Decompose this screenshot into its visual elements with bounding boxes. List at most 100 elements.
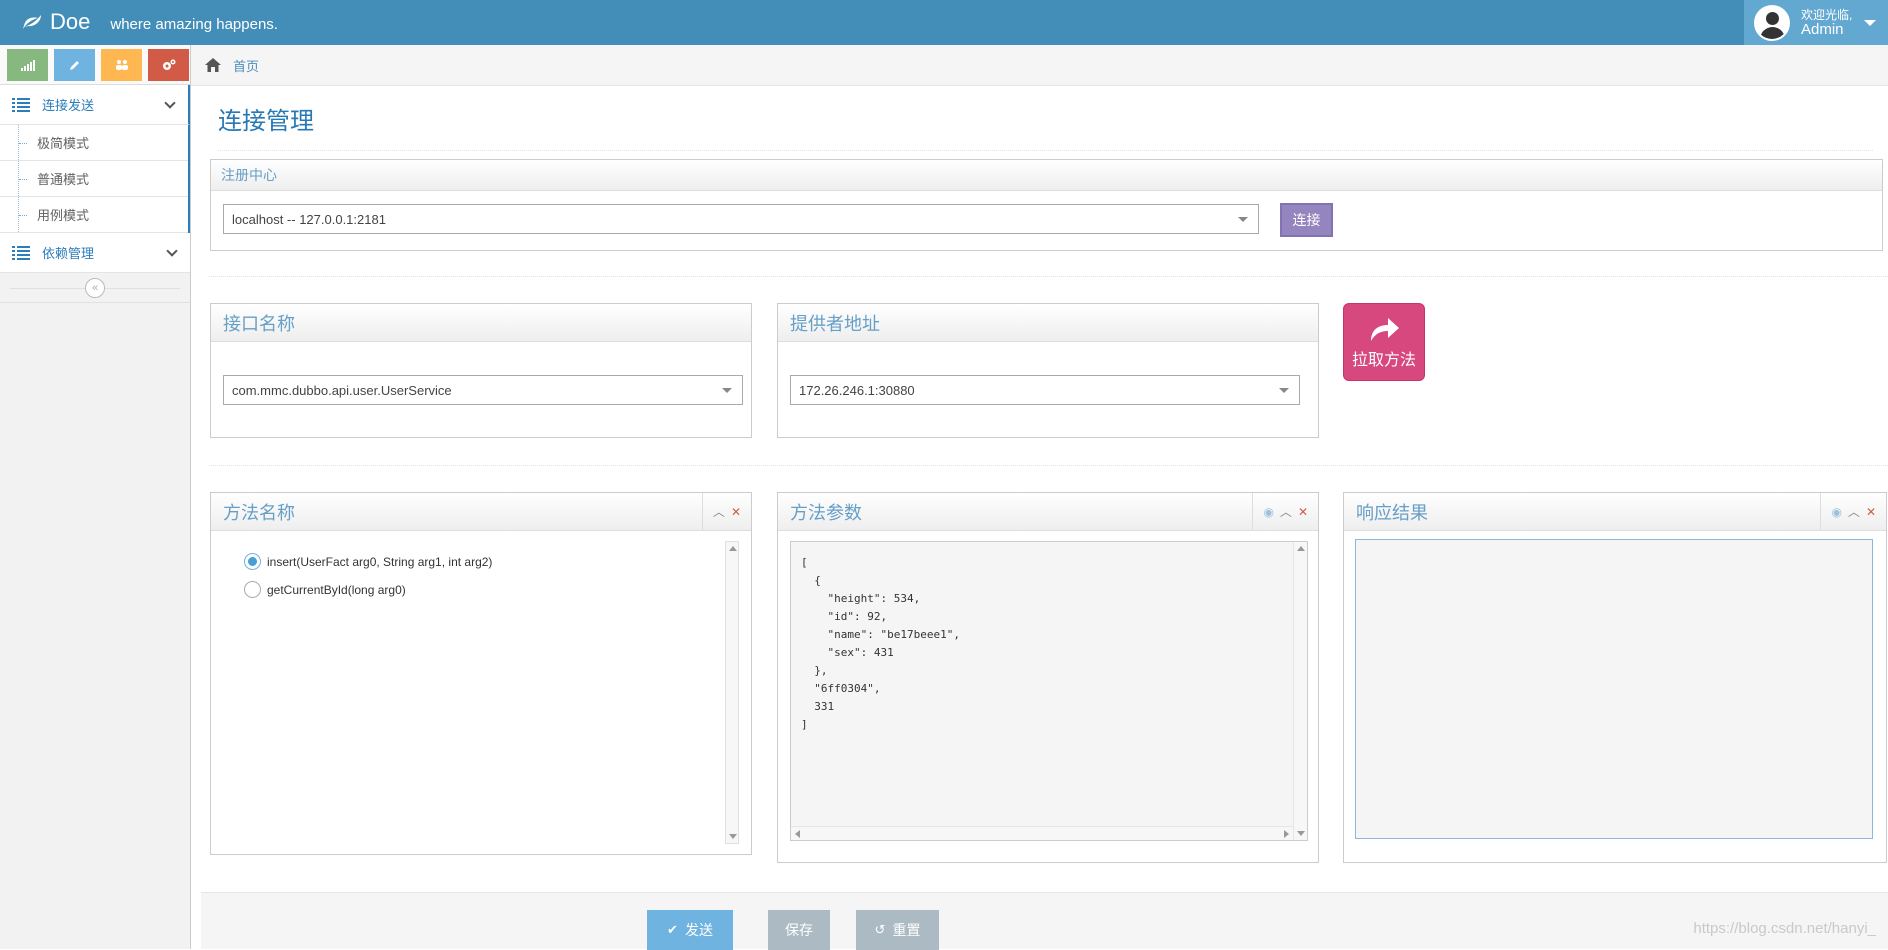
methods-scrollbar[interactable] [725,541,739,844]
sidebar-item-connect-send[interactable]: 连接发送 [0,85,190,125]
scroll-right-icon[interactable] [1284,830,1289,838]
avatar [1754,4,1790,41]
interface-select[interactable]: com.mmc.dubbo.api.user.UserService [223,375,743,405]
user-name: Admin [1801,20,1844,38]
chevron-down-icon [164,97,176,109]
sidebar-collapse-bar: « [0,273,190,303]
close-icon[interactable]: ✕ [731,506,741,518]
pull-methods-label: 拉取方法 [1351,351,1416,369]
scroll-up-icon[interactable] [1297,546,1305,551]
response-toolbar: ◉ ︿ ✕ [1820,493,1886,531]
method-option[interactable]: insert(UserFact arg0, String arg1, int a… [244,553,492,570]
reset-button[interactable]: ↺ 重置 [856,910,939,950]
chevron-down-icon [166,245,178,257]
response-title: 响应结果 [1356,502,1428,523]
list-icon [12,97,30,112]
sidebar: 连接发送 极简模式 普通模式 用例模式 依赖管理 « [0,45,191,949]
eye-icon[interactable]: ◉ [1831,506,1841,518]
eye-icon[interactable]: ◉ [1263,506,1273,518]
params-widget-title: 方法参数 ◉ ︿ ✕ [778,493,1318,531]
top-navbar: Doe where amazing happens. 欢迎光临, Admin [0,0,1888,45]
close-icon[interactable]: ✕ [1866,506,1876,518]
send-button[interactable]: ✔ 发送 [647,910,733,950]
method-option-label: getCurrentById(long arg0) [267,582,406,597]
provider-widget-title: 提供者地址 [778,304,1318,342]
sidebar-item-minimal-mode[interactable]: 极简模式 [0,125,188,161]
form-actions: ✔ 发送 保存 ↺ 重置 [201,892,1888,950]
params-hscroll[interactable] [791,826,1293,840]
sidebar-item-label: 依赖管理 [42,246,95,261]
sidebar-item-label: 连接发送 [42,98,95,113]
connect-button[interactable]: 连接 [1280,203,1333,237]
main-content: 首页 连接管理 注册中心 localhost -- 127.0.0.1:2181… [191,45,1888,950]
reset-button-label: 重置 [892,922,921,938]
method-option[interactable]: getCurrentById(long arg0) [244,581,406,598]
share-arrow-icon [1371,317,1399,341]
sidebar-item-dependency[interactable]: 依赖管理 [0,233,190,273]
caret-down-icon [1238,217,1248,222]
users-icon[interactable] [101,49,142,81]
registry-widget-title: 注册中心 [211,160,1882,191]
params-vscroll[interactable] [1293,542,1307,840]
page-header: 连接管理 [218,101,1873,151]
provider-select[interactable]: 172.26.246.1:30880 [790,375,1300,405]
chevron-up-icon[interactable]: ︿ [713,506,725,518]
leaf-icon [23,15,41,29]
params-toolbar: ◉ ︿ ✕ [1252,493,1318,531]
caret-down-icon [1279,388,1289,393]
send-button-label: 发送 [684,922,713,938]
method-option-label: insert(UserFact arg0, String arg1, int a… [267,554,493,569]
methods-title: 方法名称 [223,502,295,523]
scroll-down-icon[interactable] [729,834,737,839]
cogs-icon[interactable] [148,49,189,81]
divider [209,276,1888,277]
scroll-left-icon[interactable] [795,830,800,838]
signal-icon[interactable] [7,49,48,81]
sidebar-submenu: 极简模式 普通模式 用例模式 [0,125,190,233]
params-editor[interactable]: [ { "height": 534, "id": 92, "name": "be… [790,541,1308,841]
params-title: 方法参数 [790,502,862,523]
brand-name: Doe [50,9,91,34]
close-icon[interactable]: ✕ [1298,506,1308,518]
response-widget: 响应结果 ◉ ︿ ✕ [1343,492,1887,863]
registry-select-value: localhost -- 127.0.0.1:2181 [232,211,386,227]
interface-select-value: com.mmc.dubbo.api.user.UserService [232,382,452,398]
methods-toolbar: ︿ ✕ [701,493,751,531]
registry-select[interactable]: localhost -- 127.0.0.1:2181 [223,204,1259,234]
double-angle-left-icon[interactable]: « [85,278,105,298]
provider-widget: 提供者地址 172.26.246.1:30880 [777,303,1319,438]
provider-select-value: 172.26.246.1:30880 [799,382,915,398]
home-icon [205,58,221,72]
brand[interactable]: Doe where amazing happens. [22,9,278,35]
interface-widget-title: 接口名称 [211,304,751,342]
sidebar-item-normal-mode[interactable]: 普通模式 [0,161,188,197]
caret-down-icon [722,388,732,393]
registry-widget: 注册中心 localhost -- 127.0.0.1:2181 连接 [210,159,1883,251]
pencil-icon[interactable] [54,49,95,81]
sidebar-item-case-mode[interactable]: 用例模式 [0,197,188,233]
caret-down-icon [1864,19,1877,26]
chevron-up-icon[interactable]: ︿ [1280,506,1292,518]
response-textarea[interactable] [1355,539,1873,839]
user-menu[interactable]: 欢迎光临, Admin [1744,0,1888,45]
watermark: https://blog.csdn.net/hanyi_ [1693,920,1876,937]
user-welcome: 欢迎光临, Admin [1801,8,1852,38]
check-icon: ✔ [667,922,678,937]
chevron-up-icon[interactable]: ︿ [1848,506,1860,518]
radio-button-checked[interactable] [244,553,261,570]
params-widget: 方法参数 ◉ ︿ ✕ [ { "height": 534, "id": 92, … [777,492,1319,863]
sidebar-shortcuts [0,45,190,85]
save-button[interactable]: 保存 [768,910,830,950]
scroll-up-icon[interactable] [729,546,737,551]
divider [209,465,1888,466]
undo-icon: ↺ [874,922,886,937]
pull-methods-button[interactable]: 拉取方法 [1343,303,1425,381]
response-widget-title: 响应结果 ◉ ︿ ✕ [1344,493,1886,531]
breadcrumb-home-link[interactable]: 首页 [233,56,259,75]
list-icon [12,245,30,260]
save-button-label: 保存 [785,922,813,938]
scroll-down-icon[interactable] [1297,831,1305,836]
radio-button[interactable] [244,581,261,598]
methods-widget: 方法名称 ︿ ✕ insert(UserFact arg0, String ar… [210,492,752,855]
brand-slogan: where amazing happens. [110,16,278,33]
